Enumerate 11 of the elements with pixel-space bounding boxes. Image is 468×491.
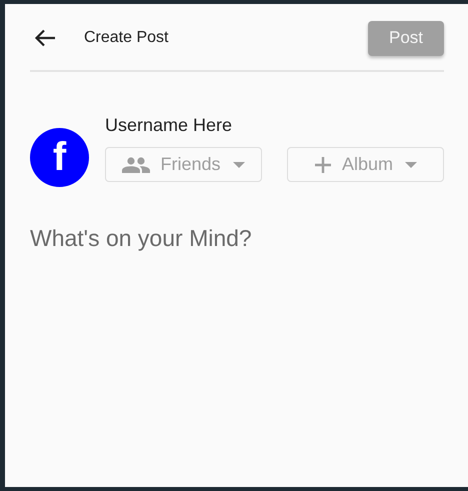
back-arrow-icon[interactable] — [34, 29, 56, 47]
people-icon — [122, 156, 150, 172]
page-title: Create Post — [84, 29, 170, 47]
username: Username Here — [105, 114, 234, 137]
post-input-field[interactable]: What's on your Mind? — [30, 225, 444, 285]
avatar-icon: f — [30, 128, 89, 187]
audience-dropdown[interactable]: Album — [287, 147, 444, 182]
caret-icon — [405, 162, 418, 168]
audience-dropdown[interactable]: Friends — [105, 147, 262, 182]
caret-icon — [232, 162, 245, 168]
plus-icon — [314, 156, 332, 174]
